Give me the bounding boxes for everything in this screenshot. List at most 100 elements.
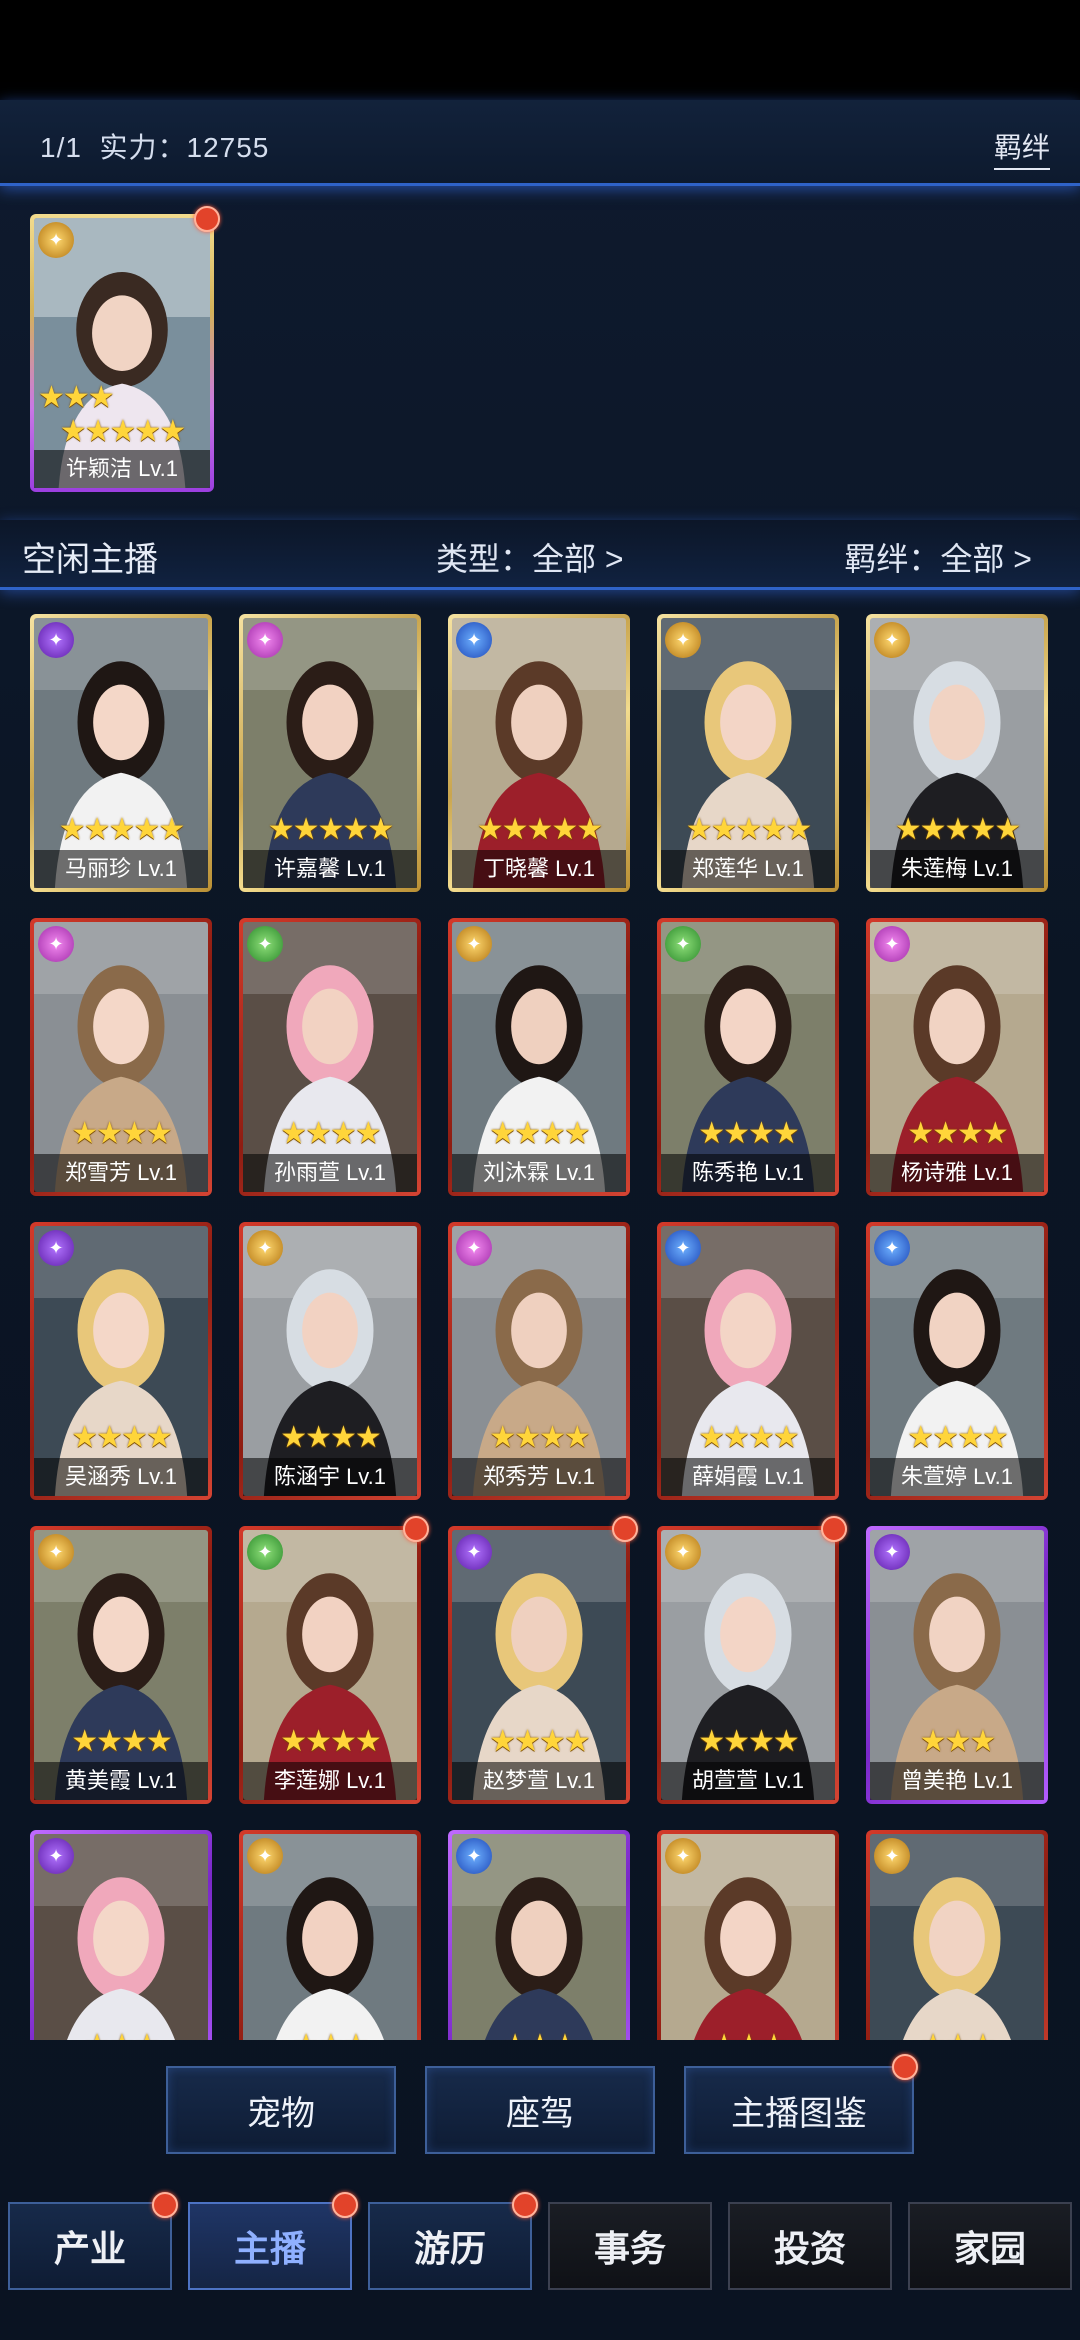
streamer-card[interactable]: ✦ ★★★ bbox=[866, 1830, 1048, 2040]
streamer-name: 薛娟霞 Lv.1 bbox=[661, 1458, 835, 1496]
emblem-icon: ✦ bbox=[38, 1230, 74, 1266]
tab-travel[interactable]: 游历 bbox=[368, 2202, 532, 2290]
red-dot-icon bbox=[403, 1516, 429, 1542]
streamer-name: 马丽珍 Lv.1 bbox=[34, 850, 208, 888]
emblem-icon: ✦ bbox=[456, 1838, 492, 1874]
streamer-card[interactable]: ✦ ★★★★★ 朱莲梅 Lv.1 bbox=[866, 614, 1048, 892]
streamer-name: 孙雨萱 Lv.1 bbox=[243, 1154, 417, 1192]
streamer-card[interactable]: ✦ ★★★★ 郑秀芳 Lv.1 bbox=[448, 1222, 630, 1500]
emblem-icon: ✦ bbox=[665, 926, 701, 962]
streamer-name: 李莲娜 Lv.1 bbox=[243, 1762, 417, 1800]
streamer-card[interactable]: ✦ ★★★★ 郑雪芳 Lv.1 bbox=[30, 918, 212, 1196]
streamer-photo bbox=[452, 618, 626, 888]
emblem-icon: ✦ bbox=[247, 1534, 283, 1570]
bond-filter[interactable]: 羁绊：全部 > bbox=[844, 534, 1032, 580]
emblem-icon: ✦ bbox=[247, 1838, 283, 1874]
streamer-photo bbox=[34, 1226, 208, 1496]
star-rating: ★★★ bbox=[34, 2030, 208, 2041]
red-dot-icon bbox=[332, 2192, 358, 2218]
streamer-photo bbox=[243, 1530, 417, 1800]
streamer-card[interactable]: ✦ ★★★★ 杨诗雅 Lv.1 bbox=[866, 918, 1048, 1196]
streamer-name: 朱萱婷 Lv.1 bbox=[870, 1458, 1044, 1496]
streamer-photo bbox=[661, 922, 835, 1192]
streamer-card[interactable]: ✦ ★★★★★ 马丽珍 Lv.1 bbox=[30, 614, 212, 892]
idle-streamers-label: 空闲主播 bbox=[22, 541, 158, 579]
streamer-card[interactable]: ✦ ★★★ bbox=[239, 1830, 421, 2040]
streamer-card[interactable]: ✦ ★★★★ 胡萱萱 Lv.1 bbox=[657, 1526, 839, 1804]
streamer-card[interactable]: ✦ ★★★★ 陈秀艳 Lv.1 bbox=[657, 918, 839, 1196]
star-rating: ★★★★ bbox=[698, 1117, 800, 1150]
star-rating: ★★★★ bbox=[71, 1117, 173, 1150]
red-dot-icon bbox=[194, 206, 220, 232]
emblem-icon: ✦ bbox=[456, 1230, 492, 1266]
tab-invest[interactable]: 投资 bbox=[728, 2202, 892, 2290]
emblem-icon: ✦ bbox=[665, 1230, 701, 1266]
streamer-card[interactable]: ✦ ★★★★ 刘沐霖 Lv.1 bbox=[448, 918, 630, 1196]
streamer-card[interactable]: ✦ ★★★★ 孙雨萱 Lv.1 bbox=[239, 918, 421, 1196]
emblem-icon: ✦ bbox=[247, 622, 283, 658]
streamer-gallery-button[interactable]: 主播图鉴 bbox=[684, 2066, 914, 2154]
emblem-icon: ✦ bbox=[874, 926, 910, 962]
streamer-card[interactable]: ✦ ★★★ bbox=[448, 1830, 630, 2040]
star-rating: ★★★ bbox=[452, 2030, 626, 2041]
streamer-name: 黄美霞 Lv.1 bbox=[34, 1762, 208, 1800]
type-filter[interactable]: 类型：全部 > bbox=[436, 534, 624, 580]
streamer-card[interactable]: ✦ ★★★ 曾美艳 Lv.1 bbox=[866, 1526, 1048, 1804]
streamer-card[interactable]: ✦ ★★★★ 陈涵宇 Lv.1 bbox=[239, 1222, 421, 1500]
star-rating: ★★★★★ bbox=[267, 813, 394, 846]
active-streamer-card[interactable]: ✦ ★★★ ★★★★★ 许颖洁 Lv.1 bbox=[30, 214, 214, 492]
streamer-photo bbox=[34, 922, 208, 1192]
star-row-2: ★★★★★ bbox=[59, 415, 186, 448]
streamer-name: 陈秀艳 Lv.1 bbox=[661, 1154, 835, 1192]
streamer-photo bbox=[661, 618, 835, 888]
bond-link[interactable]: 羁绊 bbox=[993, 126, 1050, 170]
streamer-card[interactable]: ✦ ★★★ bbox=[657, 1830, 839, 2040]
emblem-icon: ✦ bbox=[874, 1230, 910, 1266]
mount-button[interactable]: 座驾 bbox=[425, 2066, 655, 2154]
power-summary: 1/1 实力：12755 bbox=[40, 126, 269, 166]
emblem-icon: ✦ bbox=[456, 622, 492, 658]
streamer-name: 杨诗雅 Lv.1 bbox=[870, 1154, 1044, 1192]
red-dot-icon bbox=[512, 2192, 538, 2218]
streamer-name: 郑莲华 Lv.1 bbox=[661, 850, 835, 888]
streamer-name: 丁晓馨 Lv.1 bbox=[452, 850, 626, 888]
streamer-card[interactable]: ✦ ★★★ bbox=[30, 1830, 212, 2040]
star-rating: ★★★★ bbox=[489, 1725, 591, 1758]
emblem-icon: ✦ bbox=[38, 222, 74, 258]
emblem-icon: ✦ bbox=[38, 622, 74, 658]
streamer-card[interactable]: ✦ ★★★★ 赵梦萱 Lv.1 bbox=[448, 1526, 630, 1804]
streamer-photo bbox=[243, 1226, 417, 1496]
star-rating: ★★★ bbox=[243, 2030, 417, 2041]
star-rating: ★★★★★ bbox=[894, 813, 1021, 846]
streamer-photo bbox=[870, 618, 1044, 888]
red-dot-icon bbox=[821, 1516, 847, 1542]
streamer-card[interactable]: ✦ ★★★★ 李莲娜 Lv.1 bbox=[239, 1526, 421, 1804]
emblem-icon: ✦ bbox=[665, 622, 701, 658]
streamer-card[interactable]: ✦ ★★★★★ 郑莲华 Lv.1 bbox=[657, 614, 839, 892]
streamer-name: 郑雪芳 Lv.1 bbox=[34, 1154, 208, 1192]
streamer-grid: ✦ ★★★★★ 马丽珍 Lv.1 ✦ ★★★★★ 许嘉馨 Lv.1 ✦ ★★★★★ 丁晓馨 Lv… bbox=[0, 600, 1080, 2040]
tab-streamer[interactable]: 主播 bbox=[188, 2202, 352, 2290]
pet-button[interactable]: 宠物 bbox=[166, 2066, 396, 2154]
streamer-card[interactable]: ✦ ★★★★ 吴涵秀 Lv.1 bbox=[30, 1222, 212, 1500]
star-rating: ★★★★★ bbox=[58, 813, 185, 846]
streamer-name: 许嘉馨 Lv.1 bbox=[243, 850, 417, 888]
streamer-card[interactable]: ✦ ★★★★ 朱萱婷 Lv.1 bbox=[866, 1222, 1048, 1500]
red-dot-icon bbox=[612, 1516, 638, 1542]
streamer-card[interactable]: ✦ ★★★★ 黄美霞 Lv.1 bbox=[30, 1526, 212, 1804]
streamer-card[interactable]: ✦ ★★★★★ 丁晓馨 Lv.1 bbox=[448, 614, 630, 892]
streamer-card[interactable]: ✦ ★★★★ 薛娟霞 Lv.1 bbox=[657, 1222, 839, 1500]
power-label: 实力： bbox=[99, 132, 187, 163]
streamer-photo bbox=[452, 922, 626, 1192]
tab-industry[interactable]: 产业 bbox=[8, 2202, 172, 2290]
emblem-icon: ✦ bbox=[874, 1534, 910, 1570]
streamer-card[interactable]: ✦ ★★★★★ 许嘉馨 Lv.1 bbox=[239, 614, 421, 892]
tab-affairs[interactable]: 事务 bbox=[548, 2202, 712, 2290]
emblem-icon: ✦ bbox=[456, 926, 492, 962]
star-rating: ★★★★ bbox=[71, 1421, 173, 1454]
tab-home[interactable]: 家园 bbox=[908, 2202, 1072, 2290]
star-rating: ★★★★ bbox=[907, 1421, 1009, 1454]
emblem-icon: ✦ bbox=[665, 1838, 701, 1874]
streamer-name: 朱莲梅 Lv.1 bbox=[870, 850, 1044, 888]
streamer-photo bbox=[661, 1530, 835, 1800]
